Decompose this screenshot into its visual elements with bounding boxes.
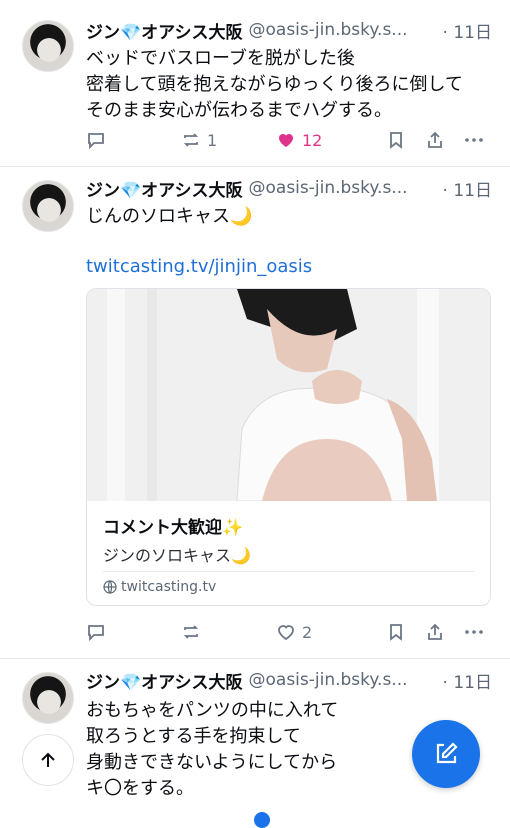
author-handle[interactable]: @oasis-jin.bsky.s... bbox=[249, 670, 437, 690]
scroll-to-top-button[interactable] bbox=[22, 734, 74, 786]
avatar[interactable] bbox=[22, 672, 74, 724]
bookmark-button[interactable] bbox=[386, 126, 406, 154]
author-name[interactable]: ジン💎オアシス大阪 bbox=[86, 668, 243, 693]
post-time[interactable]: · 11日 bbox=[443, 18, 492, 43]
post-actions: 2 bbox=[86, 618, 492, 646]
card-thumbnail bbox=[87, 289, 490, 502]
author-name[interactable]: ジン💎オアシス大阪 bbox=[86, 176, 243, 201]
card-domain-text: twitcasting.tv bbox=[121, 579, 217, 595]
post-header: ジン💎オアシス大阪 @oasis-jin.bsky.s... · 11日 bbox=[86, 16, 492, 44]
reply-button[interactable] bbox=[86, 126, 112, 154]
card-separator bbox=[103, 571, 474, 572]
more-icon bbox=[465, 138, 483, 142]
card-description: ジンのソロキャス🌙 bbox=[103, 546, 251, 565]
card-domain: twitcasting.tv bbox=[103, 579, 216, 595]
post-header: ジン💎オアシス大阪 @oasis-jin.bsky.s... · 11日 bbox=[86, 174, 492, 202]
reply-icon bbox=[88, 133, 104, 150]
more-icon bbox=[465, 630, 483, 634]
repost-button[interactable] bbox=[181, 618, 207, 646]
repost-count: 1 bbox=[207, 130, 218, 150]
more-button[interactable] bbox=[464, 618, 484, 646]
link-card[interactable]: コメント大歓迎✨ ジンのソロキャス🌙 twitcasting.tv bbox=[86, 288, 491, 606]
share-icon bbox=[428, 131, 442, 148]
arrow-up-icon bbox=[41, 752, 55, 767]
repost-icon bbox=[183, 625, 199, 639]
card-title: コメント大歓迎✨ bbox=[103, 518, 244, 538]
thumbnail-illustration bbox=[87, 289, 490, 502]
share-button[interactable] bbox=[425, 126, 445, 154]
bookmark-icon bbox=[390, 624, 402, 641]
post-text: ベッドでバスローブを脱がした後 密着して頭を抱えながらゆっくり後ろに倒して その… bbox=[86, 48, 463, 121]
author-handle[interactable]: @oasis-jin.bsky.s... bbox=[249, 20, 437, 40]
repost-icon bbox=[183, 133, 199, 147]
post-header: ジン💎オアシス大阪 @oasis-jin.bsky.s... · 11日 bbox=[86, 666, 492, 694]
like-count: 12 bbox=[302, 130, 323, 150]
share-button[interactable] bbox=[425, 618, 445, 646]
author-handle[interactable]: @oasis-jin.bsky.s... bbox=[249, 178, 437, 198]
post-link[interactable]: twitcasting.tv/jinjin_oasis bbox=[86, 256, 312, 277]
author-name[interactable]: ジン💎オアシス大阪 bbox=[86, 18, 243, 43]
divider bbox=[0, 166, 510, 167]
like-button[interactable]: 2 bbox=[276, 618, 312, 646]
bookmark-button[interactable] bbox=[386, 618, 406, 646]
post-time[interactable]: · 11日 bbox=[443, 176, 492, 201]
post-text: じんのソロキャス🌙 bbox=[86, 206, 253, 227]
globe-icon bbox=[103, 580, 117, 594]
tab-indicator bbox=[254, 812, 270, 828]
avatar[interactable] bbox=[22, 20, 74, 72]
post-time[interactable]: · 11日 bbox=[443, 668, 492, 693]
reply-button[interactable] bbox=[86, 618, 112, 646]
like-count: 2 bbox=[302, 622, 313, 642]
heart-icon bbox=[278, 625, 294, 641]
more-button[interactable] bbox=[464, 126, 484, 154]
repost-button[interactable]: 1 bbox=[181, 126, 217, 154]
like-button[interactable]: 12 bbox=[276, 126, 322, 154]
compose-icon bbox=[436, 742, 458, 764]
heart-filled-icon bbox=[279, 134, 293, 147]
post-actions: 1 12 bbox=[86, 126, 492, 154]
share-icon bbox=[428, 623, 442, 640]
reply-icon bbox=[88, 625, 104, 642]
avatar[interactable] bbox=[22, 180, 74, 232]
post-1[interactable]: ジン💎オアシス大阪 @oasis-jin.bsky.s... · 11日 ベッド… bbox=[0, 0, 510, 168]
bookmark-icon bbox=[390, 132, 402, 149]
divider bbox=[0, 658, 510, 659]
compose-button[interactable] bbox=[412, 720, 480, 788]
